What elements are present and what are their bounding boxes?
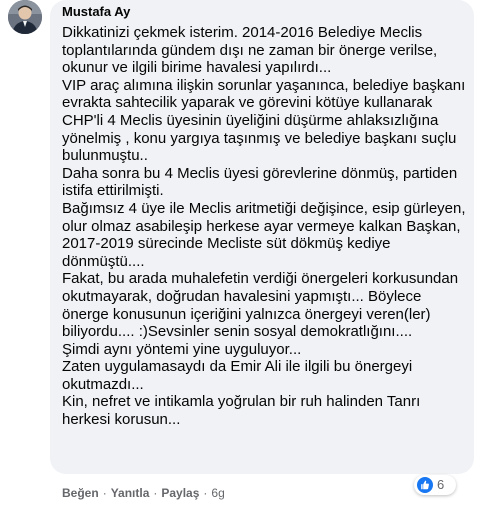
comment-paragraph: Bağımsız 4 üye ile Meclis aritmetiği değ…: [62, 199, 466, 270]
separator: ·: [102, 486, 107, 500]
avatar[interactable]: [8, 0, 42, 34]
share-button[interactable]: Paylaş: [161, 486, 199, 500]
separator: ·: [203, 486, 208, 500]
comment-paragraph: Fakat, bu arada muhalefetin verdiği öner…: [62, 270, 459, 341]
thumbs-up-icon: [417, 477, 433, 493]
reaction-badge[interactable]: 6: [414, 475, 456, 495]
like-button[interactable]: Beğen: [62, 486, 99, 500]
comment-actions: Beğen · Yanıtla · Paylaş · 6g: [62, 486, 225, 501]
comment-paragraph: Kin, nefret ve intikamla yoğrulan bir ru…: [62, 393, 421, 429]
user-avatar-icon: [8, 0, 42, 34]
comment-body: Dikkatinizi çekmek isterim. 2014-2016 Be…: [62, 24, 467, 429]
comment-paragraph: Şimdi aynı yöntemi yine uyguluyor...: [62, 340, 302, 358]
comment-paragraph: Zaten uygulamasaydı da Emir Ali ile ilgi…: [62, 358, 413, 393]
comment-paragraph: Daha sonra bu 4 Meclis üyesi görevlerine…: [62, 164, 458, 200]
reply-button[interactable]: Yanıtla: [111, 486, 150, 500]
comment-timestamp[interactable]: 6g: [211, 486, 224, 500]
separator: ·: [153, 486, 158, 500]
reaction-count: 6: [437, 477, 445, 492]
comment-paragraph: VIP araç alımına ilişkin sorunlar yaşanı…: [62, 76, 466, 165]
comment-author[interactable]: Mustafa Ay: [62, 3, 130, 20]
comment-paragraph: Dikkatinizi çekmek isterim. 2014-2016 Be…: [62, 24, 438, 77]
